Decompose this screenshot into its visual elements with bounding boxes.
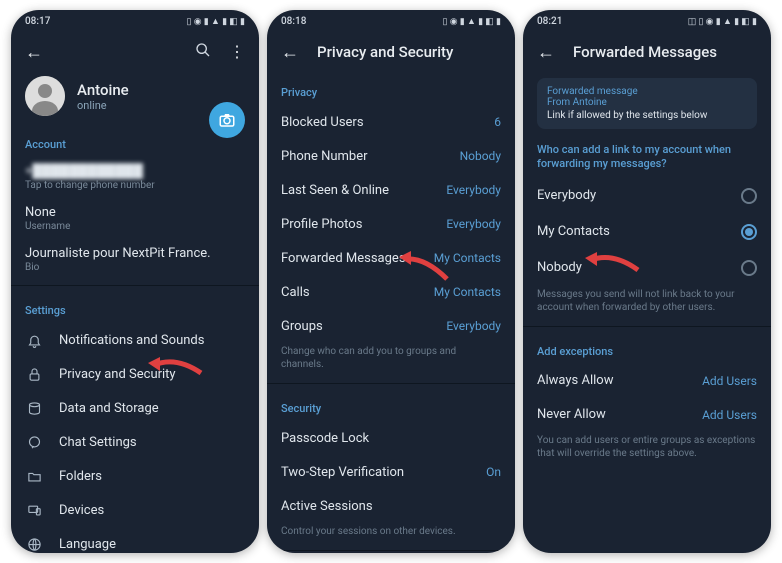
bell-icon [25,333,43,348]
privacy-photos[interactable]: Profile Photos Everybody [267,207,515,241]
search-icon[interactable] [195,42,211,62]
security-twostep[interactable]: Two-Step Verification On [267,455,515,489]
back-icon[interactable]: ← [537,42,555,63]
globe-icon [25,537,43,552]
statusbar-time: 08:21 [537,16,562,27]
settings-data[interactable]: Data and Storage [11,391,259,425]
radio-icon [741,188,757,204]
radio-icon [741,260,757,276]
statusbar-time: 08:17 [25,16,50,27]
back-icon[interactable]: ← [25,42,43,63]
profile-header: Antoine online [11,72,259,124]
privacy-lastseen[interactable]: Last Seen & Online Everybody [267,173,515,207]
settings-notifications[interactable]: Notifications and Sounds [11,323,259,357]
account-username[interactable]: None Username [11,199,259,240]
settings-devices[interactable]: Devices [11,493,259,527]
lock-icon [25,367,43,382]
settings-chat[interactable]: Chat Settings [11,425,259,459]
security-sessions[interactable]: Active Sessions [267,489,515,523]
question-label: Who can add a link to my account when fo… [523,129,771,178]
settings-privacy[interactable]: Privacy and Security [11,357,259,391]
annotation-arrow [583,246,643,280]
hint-text: Messages you send will not link back to … [523,286,771,322]
account-phone[interactable]: +████████████ Tap to change phone number [11,157,259,199]
phone-settings: 08:17 ▯ ◉ ▮ ▲ ▮ ◧ ▮ ← ⋮ Antoine online A… [11,10,259,553]
security-hint: Control your sessions on other devices. [267,523,515,546]
divider [523,326,771,327]
header: ← ⋮ [11,32,259,72]
privacy-hint: Change who can add you to groups and cha… [267,343,515,379]
privacy-blocked[interactable]: Blocked Users 6 [267,105,515,139]
security-passcode[interactable]: Passcode Lock [267,421,515,455]
statusbar: 08:18 ▯ ◉ ▮ ▲ ▮ ◧ ▮ [267,10,515,32]
exception-deny[interactable]: Never Allow Add Users [523,398,771,432]
privacy-groups[interactable]: Groups Everybody [267,309,515,343]
forward-preview: Forwarded message From Antoine Link if a… [537,78,757,129]
data-icon [25,401,43,416]
divider [267,383,515,384]
radio-icon [741,224,757,240]
more-icon[interactable]: ⋮ [229,42,245,62]
statusbar-icons: ◫ ▯ ◉ ▮ ▲ ▮ ◧ ▮ [688,16,757,27]
back-icon[interactable]: ← [281,42,299,63]
privacy-calls[interactable]: Calls My Contacts [267,275,515,309]
settings-language[interactable]: Language [11,527,259,553]
section-exceptions: Add exceptions [523,331,771,364]
devices-icon [25,503,43,518]
privacy-phone[interactable]: Phone Number Nobody [267,139,515,173]
exception-allow[interactable]: Always Allow Add Users [523,364,771,398]
option-contacts[interactable]: My Contacts [523,214,771,250]
exceptions-hint: You can add users or entire groups as ex… [523,432,771,468]
option-nobody[interactable]: Nobody [523,250,771,286]
page-title: Forwarded Messages [573,43,717,61]
profile-status: online [77,99,129,112]
account-bio[interactable]: Journaliste pour NextPit France. Bio [11,240,259,281]
divider [267,550,515,551]
statusbar-icons: ▯ ◉ ▮ ▲ ▮ ◧ ▮ [443,16,502,27]
phone-privacy: 08:18 ▯ ◉ ▮ ▲ ▮ ◧ ▮ ← Privacy and Securi… [267,10,515,553]
section-security: Security [267,388,515,421]
statusbar: 08:21 ◫ ▯ ◉ ▮ ▲ ▮ ◧ ▮ [523,10,771,32]
header: ← Forwarded Messages [523,32,771,72]
camera-fab[interactable] [209,102,245,138]
statusbar: 08:17 ▯ ◉ ▮ ▲ ▮ ◧ ▮ [11,10,259,32]
statusbar-time: 08:18 [281,16,306,27]
folder-icon [25,469,43,484]
divider [11,285,259,286]
header: ← Privacy and Security [267,32,515,72]
profile-name: Antoine [77,81,129,99]
avatar[interactable] [25,76,65,116]
privacy-forwarded[interactable]: Forwarded Messages My Contacts [267,241,515,275]
section-settings: Settings [11,290,259,323]
statusbar-icons: ▯ ◉ ▮ ▲ ▮ ◧ ▮ [187,16,246,27]
settings-folders[interactable]: Folders [11,459,259,493]
option-everybody[interactable]: Everybody [523,178,771,214]
section-privacy: Privacy [267,72,515,105]
page-title: Privacy and Security [317,43,453,61]
chat-icon [25,435,43,450]
phone-forwarded: 08:21 ◫ ▯ ◉ ▮ ▲ ▮ ◧ ▮ ← Forwarded Messag… [523,10,771,553]
